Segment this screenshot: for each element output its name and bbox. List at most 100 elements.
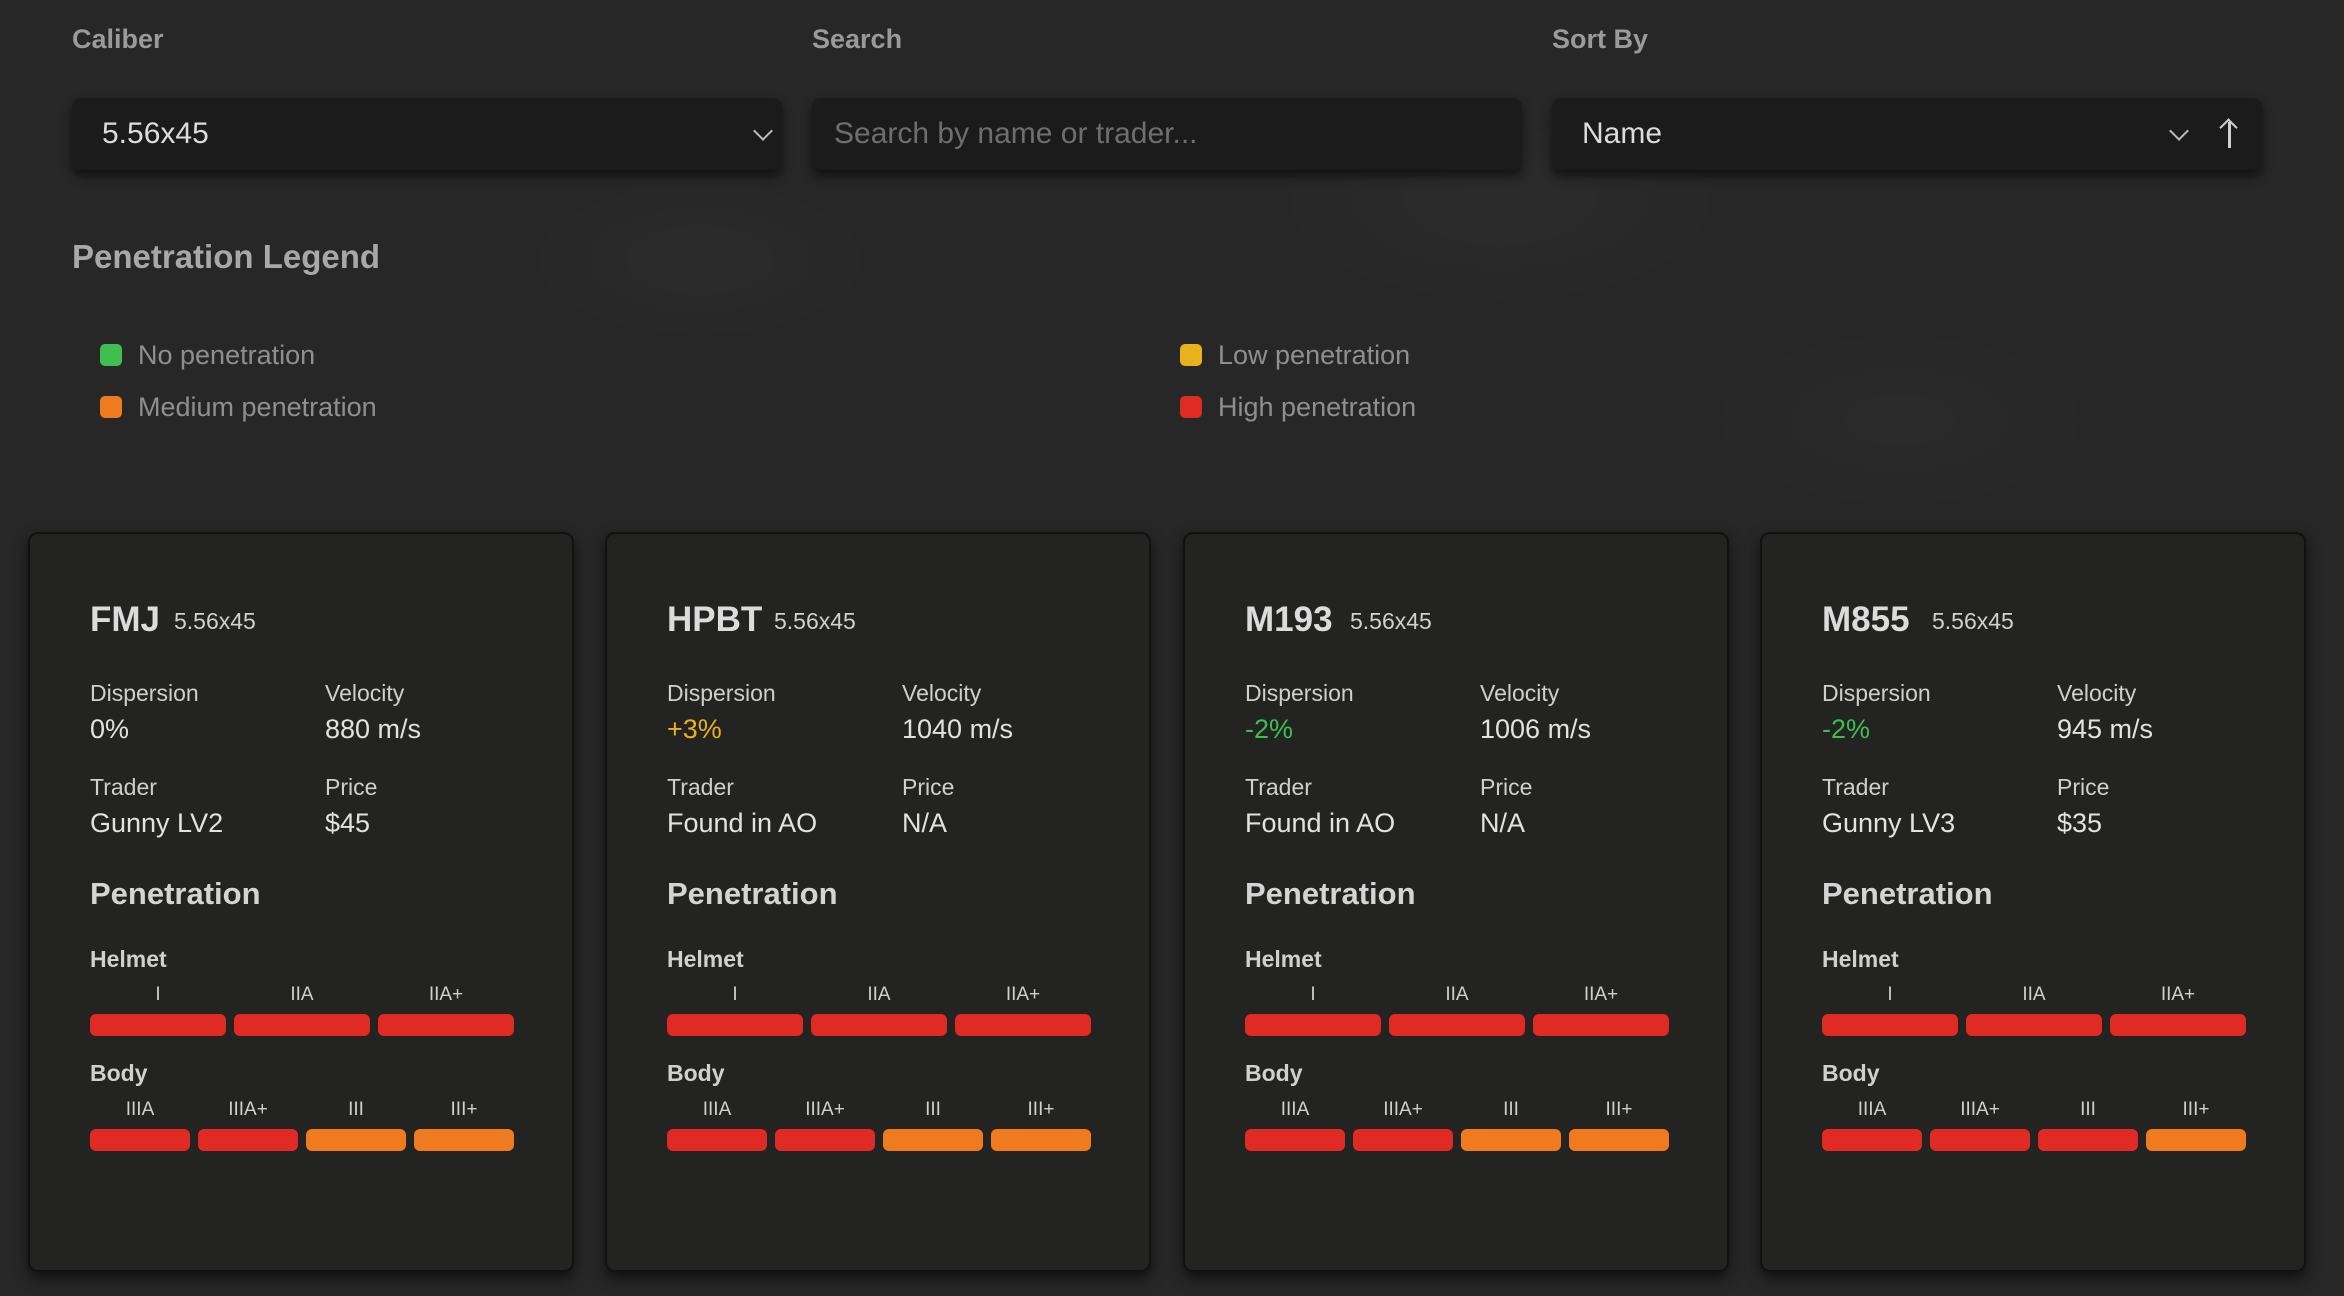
caliber-label: Caliber (72, 24, 164, 54)
yellow-dot-icon (1180, 344, 1202, 366)
ammo-card[interactable]: HPBT 5.56x45 Dispersion +3% Velocity 104… (605, 532, 1151, 1272)
penetration-fill (1822, 1129, 1922, 1151)
chevron-down-icon (2169, 121, 2189, 141)
helmet-penetration-bars: I IIA IIA+ (1822, 984, 2246, 1036)
penetration-fill (1353, 1129, 1453, 1151)
dispersion-value: +3% (667, 714, 722, 744)
price-value: $35 (2057, 808, 2103, 838)
dispersion-value: -2% (1822, 714, 1871, 744)
armor-tier-label: IIA (290, 984, 314, 1005)
price-value: $45 (325, 808, 371, 838)
legend-label: No penetration (138, 339, 316, 370)
armor-tier-label: IIA+ (2160, 984, 2196, 1005)
penetration-bar: I (667, 984, 803, 1036)
armor-tier-label: IIIA (1280, 1099, 1310, 1120)
dispersion-label: Dispersion (90, 680, 199, 706)
velocity-label: Velocity (2057, 680, 2137, 706)
velocity-value: 945 m/s (2057, 714, 2154, 744)
price-label: Price (1480, 774, 1533, 800)
velocity-label: Velocity (902, 680, 982, 706)
penetration-bar: III (2038, 1099, 2138, 1151)
helmet-label: Helmet (90, 946, 167, 972)
sort-value: Name (1582, 117, 1663, 150)
penetration-fill (1245, 1129, 1345, 1151)
armor-tier-label: IIA+ (1005, 984, 1041, 1005)
penetration-bar: III+ (2146, 1099, 2246, 1151)
penetration-fill (1930, 1129, 2030, 1151)
penetration-bar: IIA+ (2110, 984, 2246, 1036)
penetration-fill (378, 1014, 514, 1036)
trader-label: Trader (667, 774, 734, 800)
dispersion-value: -2% (1245, 714, 1294, 744)
ammo-name: M855 (1822, 600, 1910, 639)
armor-tier-label: IIIA+ (228, 1099, 268, 1120)
penetration-bar: IIIA+ (775, 1099, 875, 1151)
penetration-title: Penetration (667, 876, 838, 911)
ammo-caliber: 5.56x45 (1350, 608, 1432, 634)
penetration-bar: III+ (991, 1099, 1091, 1151)
penetration-bar: III (306, 1099, 406, 1151)
search-input[interactable]: Search by name or trader... (812, 98, 1522, 170)
penetration-bar: I (1822, 984, 1958, 1036)
ammo-caliber: 5.56x45 (174, 608, 256, 634)
legend-item-high: High penetration (1180, 390, 1416, 424)
helmet-penetration-bars: I IIA IIA+ (1245, 984, 1669, 1036)
sort-label: Sort By (1552, 24, 1649, 54)
ammo-caliber: 5.56x45 (1932, 608, 2014, 634)
trader-value: Gunny LV3 (1822, 808, 1956, 838)
body-label: Body (667, 1060, 725, 1086)
legend-item-medium: Medium penetration (100, 390, 377, 424)
caliber-select[interactable]: 5.56x45 (72, 98, 782, 170)
penetration-fill (414, 1129, 514, 1151)
armor-tier-label: IIIA (1857, 1099, 1887, 1120)
penetration-title: Penetration (90, 876, 261, 911)
legend-label: Medium penetration (138, 391, 377, 422)
green-dot-icon (100, 344, 122, 366)
trader-value: Found in AO (1245, 808, 1396, 838)
trader-label: Trader (90, 774, 157, 800)
helmet-label: Helmet (1822, 946, 1899, 972)
penetration-bar: IIA (1966, 984, 2102, 1036)
armor-tier-label: III (925, 1099, 941, 1120)
trader-label: Trader (1822, 774, 1889, 800)
armor-tier-label: IIA (2022, 984, 2046, 1005)
armor-tier-label: IIIA (702, 1099, 732, 1120)
caliber-value: 5.56x45 (102, 117, 209, 150)
sort-direction-icon[interactable] (2218, 114, 2240, 154)
sort-select[interactable]: Name (1552, 98, 2262, 170)
armor-tier-label: III+ (1605, 1099, 1633, 1120)
trader-value: Gunny LV2 (90, 808, 224, 838)
helmet-penetration-bars: I IIA IIA+ (667, 984, 1091, 1036)
ammo-card[interactable]: FMJ 5.56x45 Dispersion 0% Velocity 880 m… (28, 532, 574, 1272)
price-value: N/A (1480, 808, 1526, 838)
armor-tier-label: III (2080, 1099, 2096, 1120)
penetration-bar: I (90, 984, 226, 1036)
penetration-title: Penetration (1245, 876, 1416, 911)
penetration-fill (955, 1014, 1091, 1036)
dispersion-value: 0% (90, 714, 130, 744)
helmet-label: Helmet (1245, 946, 1322, 972)
price-label: Price (902, 774, 955, 800)
velocity-label: Velocity (325, 680, 405, 706)
armor-tier-label: III+ (1027, 1099, 1055, 1120)
body-label: Body (90, 1060, 148, 1086)
legend-title: Penetration Legend (72, 238, 381, 275)
body-label: Body (1245, 1060, 1303, 1086)
body-penetration-bars: IIIA IIIA+ III III+ (1822, 1099, 2246, 1151)
ammo-name: HPBT (667, 600, 763, 639)
dispersion-label: Dispersion (667, 680, 776, 706)
ammo-card[interactable]: M193 5.56x45 Dispersion -2% Velocity 100… (1183, 532, 1729, 1272)
price-label: Price (325, 774, 378, 800)
penetration-fill (306, 1129, 406, 1151)
penetration-bar: IIA (811, 984, 947, 1036)
dispersion-label: Dispersion (1822, 680, 1931, 706)
armor-tier-label: I (732, 984, 738, 1005)
armor-tier-label: IIIA+ (805, 1099, 845, 1120)
helmet-penetration-bars: I IIA IIA+ (90, 984, 514, 1036)
armor-tier-label: IIIA+ (1383, 1099, 1423, 1120)
ammo-card[interactable]: M855 5.56x45 Dispersion -2% Velocity 945… (1760, 532, 2306, 1272)
body-penetration-bars: IIIA IIIA+ III III+ (1245, 1099, 1669, 1151)
search-label: Search (812, 24, 903, 54)
armor-tier-label: IIIA+ (1960, 1099, 2000, 1120)
penetration-title: Penetration (1822, 876, 1993, 911)
